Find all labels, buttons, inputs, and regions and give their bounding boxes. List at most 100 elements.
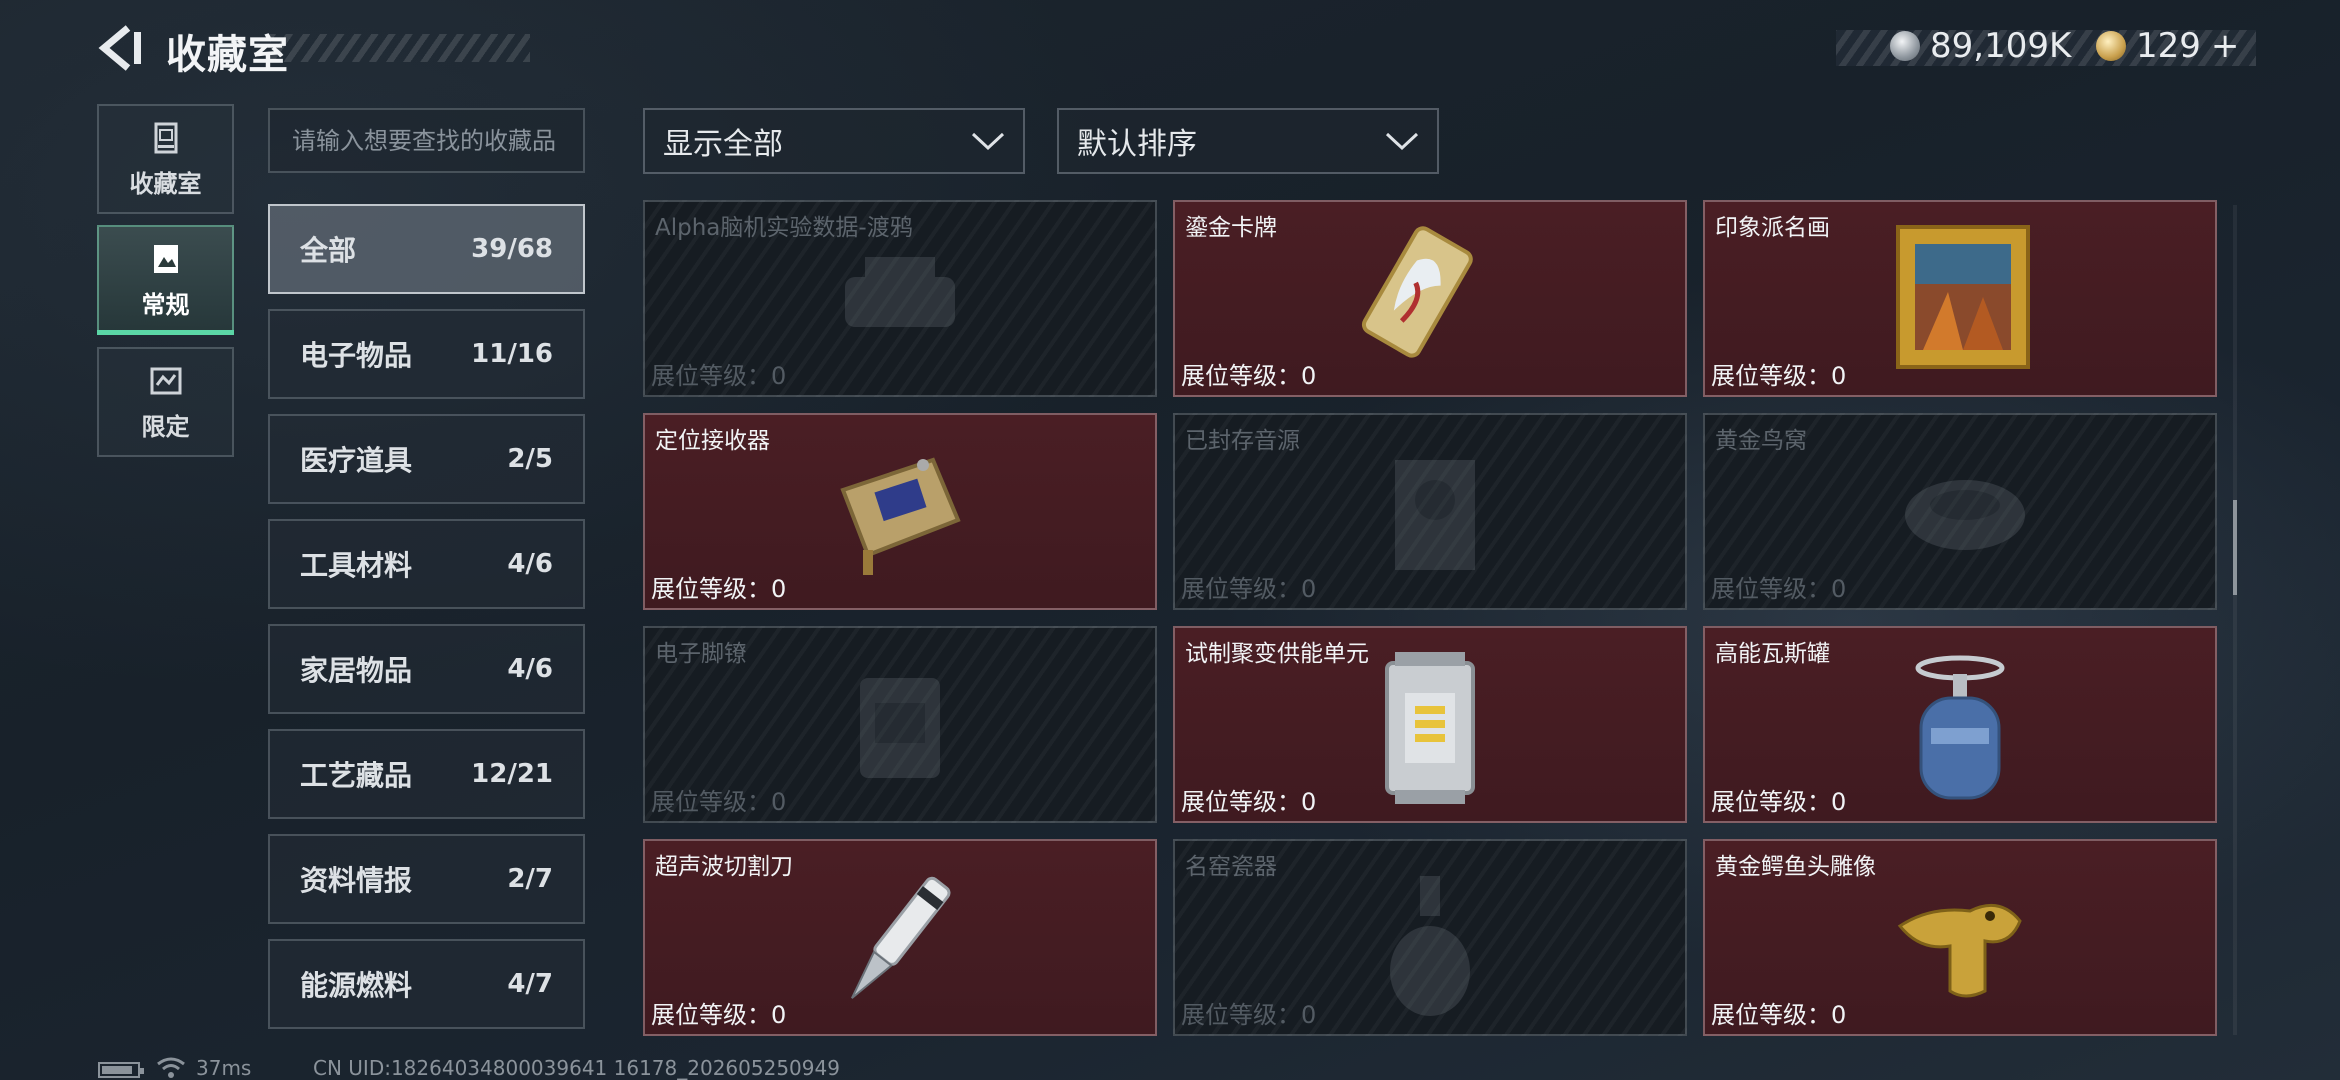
category-name: 电子物品 bbox=[300, 339, 413, 372]
gps-receiver-icon bbox=[840, 457, 961, 575]
item-level: 展位等级：0 bbox=[651, 1001, 787, 1029]
item-level: 展位等级：0 bbox=[651, 788, 787, 816]
porcelain-vase-icon bbox=[1390, 876, 1470, 1016]
silver-amount: 89,109K bbox=[1930, 26, 2072, 66]
item-level: 展位等级：0 bbox=[651, 575, 787, 603]
currency-silver: 89,109K bbox=[1890, 26, 2071, 66]
category-tools[interactable]: 工具材料 4/6 bbox=[268, 519, 585, 609]
category-medical[interactable]: 医疗道具 2/5 bbox=[268, 414, 585, 504]
item-level: 展位等级：0 bbox=[1181, 575, 1317, 603]
category-count: 2/7 bbox=[507, 864, 553, 894]
side-tab-regular[interactable]: 常规 bbox=[97, 225, 234, 335]
item-name: 已封存音源 bbox=[1185, 428, 1300, 454]
silver-coin-icon bbox=[1890, 31, 1920, 61]
item-name: 印象派名画 bbox=[1715, 215, 1830, 241]
scrollbar-thumb[interactable] bbox=[2233, 500, 2237, 595]
item-name: 电子脚镣 bbox=[655, 641, 747, 667]
collection-item-card[interactable]: 已封存音源 展位等级：0 bbox=[1173, 413, 1687, 610]
category-electronics[interactable]: 电子物品 11/16 bbox=[268, 309, 585, 399]
search-input[interactable] bbox=[268, 108, 585, 173]
category-name: 家居物品 bbox=[300, 654, 413, 687]
category-all[interactable]: 全部 39/68 bbox=[268, 204, 585, 294]
category-count: 2/5 bbox=[507, 444, 553, 474]
collection-item-card[interactable]: 黄金鳄鱼头雕像 展位等级：0 bbox=[1703, 839, 2217, 1036]
data-chip-icon bbox=[845, 257, 955, 327]
gold-amount: 129 bbox=[2136, 26, 2201, 66]
item-name: 定位接收器 bbox=[655, 428, 770, 454]
gas-canister-icon bbox=[1915, 655, 2005, 800]
chevron-down-icon bbox=[1385, 132, 1419, 151]
item-name: Alpha脑机实验数据-渡鸦 bbox=[655, 215, 913, 241]
category-intel[interactable]: 资料情报 2/7 bbox=[268, 834, 585, 924]
collection-item-card[interactable]: 黄金鸟窝 展位等级：0 bbox=[1703, 413, 2217, 610]
category-name: 工具材料 bbox=[300, 549, 413, 582]
item-name: 鎏金卡牌 bbox=[1185, 215, 1277, 241]
scrollbar-track[interactable] bbox=[2233, 205, 2237, 1035]
category-crafts[interactable]: 工艺藏品 12/21 bbox=[268, 729, 585, 819]
side-tab-limited[interactable]: 限定 bbox=[97, 347, 234, 457]
dropdown-value: 显示全部 bbox=[663, 127, 783, 162]
ping-text: 37ms bbox=[196, 1056, 252, 1080]
collection-item-card[interactable]: 电子脚镣 展位等级：0 bbox=[643, 626, 1157, 823]
audio-source-icon bbox=[1395, 460, 1475, 570]
collection-item-card[interactable]: 试制聚变供能单元 展位等级：0 bbox=[1173, 626, 1687, 823]
item-level: 展位等级：0 bbox=[1181, 788, 1317, 816]
item-name: 名窑瓷器 bbox=[1185, 854, 1277, 880]
category-count: 4/7 bbox=[507, 969, 553, 999]
display-filter-dropdown[interactable]: 显示全部 bbox=[643, 108, 1025, 174]
page-title: 收藏室 bbox=[166, 32, 289, 78]
category-count: 4/6 bbox=[507, 654, 553, 684]
category-household[interactable]: 家居物品 4/6 bbox=[268, 624, 585, 714]
gilded-card-icon bbox=[1361, 226, 1473, 358]
category-name: 资料情报 bbox=[300, 864, 413, 897]
collection-item-card[interactable]: Alpha脑机实验数据-渡鸦 展位等级：0 bbox=[643, 200, 1157, 397]
item-level: 展位等级：0 bbox=[1711, 788, 1847, 816]
limited-icon bbox=[150, 367, 181, 394]
dropdown-value: 默认排序 bbox=[1077, 127, 1197, 162]
golden-nest-icon bbox=[1905, 480, 2025, 550]
category-name: 能源燃料 bbox=[300, 969, 413, 1002]
regular-icon bbox=[153, 244, 178, 273]
collection-item-card[interactable]: 定位接收器 展位等级：0 bbox=[643, 413, 1157, 610]
painting-icon bbox=[1896, 225, 2030, 369]
side-tab-collection-room[interactable]: 收藏室 bbox=[97, 104, 234, 214]
category-count: 4/6 bbox=[507, 549, 553, 579]
back-button[interactable] bbox=[96, 24, 146, 72]
sort-dropdown[interactable]: 默认排序 bbox=[1057, 108, 1439, 174]
item-name: 试制聚变供能单元 bbox=[1185, 641, 1369, 667]
collection-item-card[interactable]: 印象派名画 展位等级：0 bbox=[1703, 200, 2217, 397]
item-level: 展位等级：0 bbox=[1181, 1001, 1317, 1029]
fusion-cell-icon bbox=[1385, 652, 1475, 804]
item-name: 黄金鸟窝 bbox=[1715, 428, 1807, 454]
item-level: 展位等级：0 bbox=[1711, 362, 1847, 390]
battery-icon bbox=[98, 1062, 144, 1078]
side-tab-label: 限定 bbox=[141, 412, 190, 441]
item-name: 黄金鳄鱼头雕像 bbox=[1715, 854, 1876, 880]
item-level: 展位等级：0 bbox=[1181, 362, 1317, 390]
collection-item-card[interactable]: 名窑瓷器 展位等级：0 bbox=[1173, 839, 1687, 1036]
ankle-monitor-icon bbox=[860, 678, 940, 778]
uid-text: CN UID:18264034800039641 16178_202605250… bbox=[313, 1056, 840, 1080]
collection-room-icon bbox=[154, 122, 177, 153]
side-tab-label: 常规 bbox=[141, 290, 190, 319]
collection-item-card[interactable]: 高能瓦斯罐 展位等级：0 bbox=[1703, 626, 2217, 823]
chevron-down-icon bbox=[971, 132, 1005, 151]
category-name: 医疗道具 bbox=[300, 444, 413, 477]
item-level: 展位等级：0 bbox=[1711, 575, 1847, 603]
wifi-icon bbox=[157, 1057, 185, 1078]
ultrasonic-cutter-icon bbox=[851, 876, 951, 999]
category-energy[interactable]: 能源燃料 4/7 bbox=[268, 939, 585, 1029]
add-currency-button[interactable]: + bbox=[2211, 26, 2240, 66]
collection-item-card[interactable]: 鎏金卡牌 展位等级：0 bbox=[1173, 200, 1687, 397]
category-name: 全部 bbox=[300, 234, 357, 267]
collection-item-card[interactable]: 超声波切割刀 展位等级：0 bbox=[643, 839, 1157, 1036]
category-count: 11/16 bbox=[471, 339, 553, 369]
gold-coin-icon bbox=[2096, 31, 2126, 61]
item-level: 展位等级：0 bbox=[1711, 1001, 1847, 1029]
item-level: 展位等级：0 bbox=[651, 362, 787, 390]
side-tab-label: 收藏室 bbox=[129, 169, 202, 198]
category-name: 工艺藏品 bbox=[300, 759, 413, 792]
title-decoration bbox=[270, 34, 530, 62]
currency-gold[interactable]: 129 + bbox=[2096, 26, 2239, 66]
golden-crocodile-icon bbox=[1897, 903, 2022, 998]
